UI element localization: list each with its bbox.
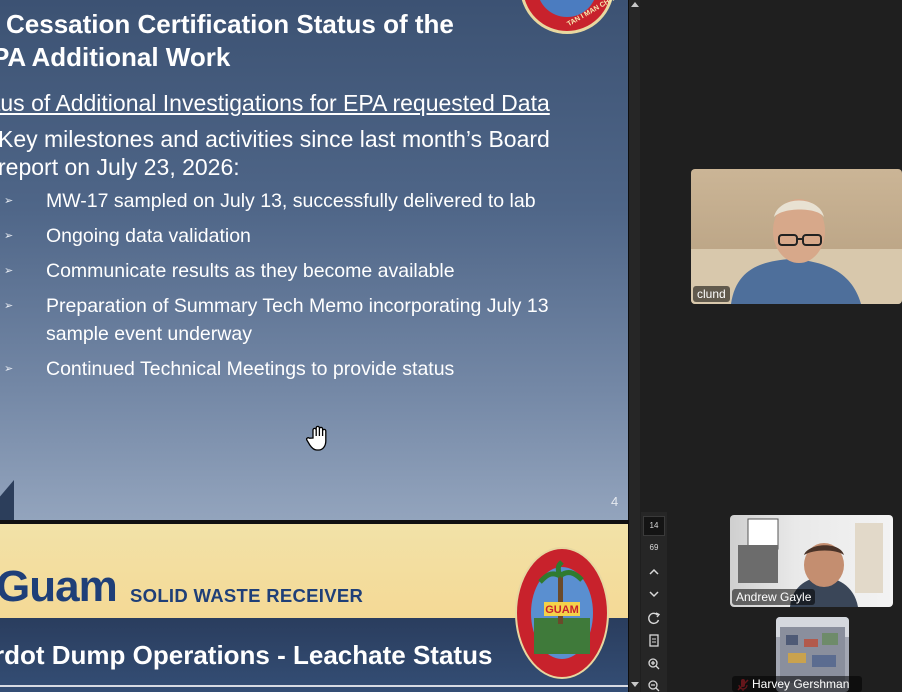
slide-subheading: Key milestones and activities since last… [0, 126, 550, 180]
hand-cursor-icon [306, 425, 327, 451]
list-item: ➢ Ongoing data validation [0, 222, 610, 250]
slide-page-number: 4 [611, 494, 619, 509]
milestone-list: ➢ MW-17 sampled on July 13, successfully … [0, 187, 610, 390]
video-tile-andrew-gayle[interactable]: Andrew Gayle [730, 515, 893, 607]
presentation-slide-bottom: Guam SOLID WASTE RECEIVER rdot Dump Oper… [0, 524, 628, 692]
presentation-slide-top: TAN I MAN CHAMORO Cessation Certificatio… [0, 0, 628, 520]
total-pages-label: 69 [649, 543, 659, 552]
great-seal-of-guam-logo: TAN I MAN CHAMORO [520, 0, 628, 34]
arrow-bullet-icon: ➢ [4, 230, 14, 242]
arrow-bullet-icon: ➢ [4, 300, 14, 312]
brand-name: Guam [0, 562, 118, 611]
participant-name: Andrew Gayle [732, 589, 816, 605]
video-tile-clund[interactable]: clund [691, 169, 902, 304]
brand-tagline: SOLID WASTE RECEIVER [130, 585, 364, 606]
title-underline [0, 685, 628, 687]
page-fit-icon[interactable] [643, 631, 665, 651]
participant-name: clund [693, 286, 730, 302]
scroll-up-icon[interactable] [631, 2, 639, 7]
slide-title-line2: PA Additional Work [0, 42, 231, 72]
arrow-bullet-icon: ➢ [4, 363, 14, 375]
seal-center-text: GUAM [545, 604, 579, 616]
slide-title-line1: Cessation Certification Status of the [6, 9, 454, 39]
slides-scrollbar[interactable] [628, 0, 640, 692]
participant-gallery: clund Andrew Gayle [668, 0, 902, 692]
pdf-toolbar: 14 69 [641, 512, 667, 692]
zoom-in-icon[interactable] [643, 654, 665, 674]
slide-title: rdot Dump Operations - Leachate Status [0, 640, 493, 670]
participant-name: Harvey Gershman [732, 676, 862, 692]
slide-heading: tus of Additional Investigations for EPA… [0, 90, 550, 116]
zoom-out-icon[interactable] [643, 676, 665, 692]
corner-decoration [0, 480, 14, 520]
arrow-bullet-icon: ➢ [4, 265, 14, 277]
list-item: ➢ MW-17 sampled on July 13, successfully … [0, 187, 610, 215]
arrow-bullet-icon: ➢ [4, 195, 14, 207]
great-seal-of-guam-logo: GUAM [515, 547, 609, 679]
list-item: ➢ Preparation of Summary Tech Memo incorp… [0, 292, 610, 348]
chevron-up-icon[interactable] [643, 562, 665, 582]
rotate-icon[interactable] [643, 608, 665, 628]
chevron-down-icon[interactable] [643, 584, 665, 604]
current-page-field[interactable]: 14 [643, 516, 665, 536]
list-item: ➢ Communicate results as they become avai… [0, 257, 610, 285]
list-item: ➢ Continued Technical Meetings to provide… [0, 355, 610, 383]
scroll-down-icon[interactable] [631, 682, 639, 687]
participant-video-feed [691, 199, 902, 304]
